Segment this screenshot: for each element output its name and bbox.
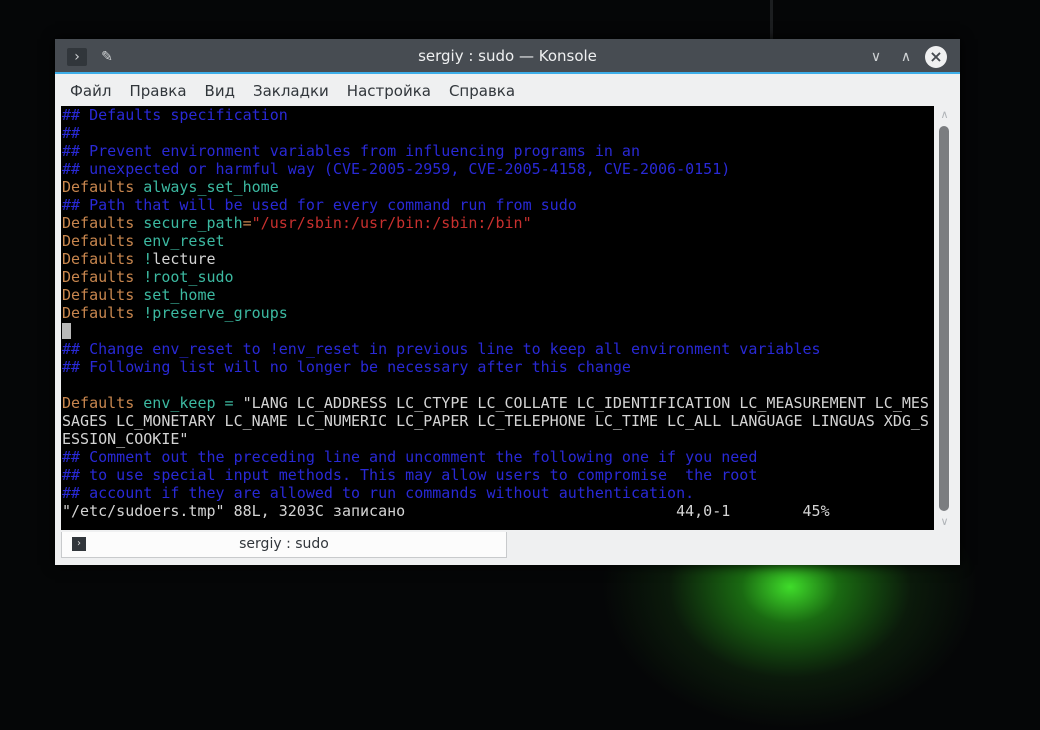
terminal-line: ## Defaults specification — [61, 106, 934, 124]
tab-label: sergiy : sudo — [239, 536, 329, 552]
terminal-text-segment: "/usr/sbin:/usr/bin:/sbin:/bin" — [251, 214, 532, 232]
terminal-text-segment: Defaults — [62, 214, 144, 232]
terminal-text-segment: ## — [62, 124, 81, 142]
terminal-text-segment: env_keep — [143, 394, 216, 412]
terminal-text-segment: = — [242, 214, 252, 232]
terminal-text-segment: = — [215, 394, 243, 412]
terminal-line: Defaults !root_sudo — [61, 268, 934, 286]
terminal-line: ESSION_COOKIE" — [61, 430, 934, 448]
terminal-line — [61, 322, 934, 340]
chevron-down-icon[interactable]: ∨ — [866, 48, 886, 66]
tab-bar: › sergiy : sudo — [55, 530, 960, 565]
terminal-text-segment: ## account if they are allowed to run co… — [62, 484, 695, 502]
terminal-line: ## Comment out the preceding line and un… — [61, 448, 934, 466]
terminal-text-segment: secure_path — [143, 214, 243, 232]
terminal-line: ## Path that will be used for every comm… — [61, 196, 934, 214]
terminal-line: Defaults secure_path="/usr/sbin:/usr/bin… — [61, 214, 934, 232]
tab-sergiy-sudo[interactable]: › sergiy : sudo — [61, 532, 507, 558]
terminal-text-segment: Defaults — [62, 178, 144, 196]
menu-settings[interactable]: Настройка — [347, 76, 431, 106]
terminal-text-segment: "/etc/sudoers.tmp" 88L, 3203C записано 4… — [62, 502, 830, 520]
terminal-line: ## — [61, 124, 934, 142]
terminal-text-segment: Defaults — [62, 394, 144, 412]
konsole-window: › ✎ sergiy : sudo — Konsole ∨ ∧ × Файл П… — [55, 39, 960, 565]
menu-file[interactable]: Файл — [70, 76, 111, 106]
terminal-line: Defaults set_home — [61, 286, 934, 304]
terminal-text-segment: ESSION_COOKIE" — [62, 430, 189, 448]
menu-bar: Файл Правка Вид Закладки Настройка Справ… — [55, 76, 960, 106]
terminal-line: ## account if they are allowed to run co… — [61, 484, 934, 502]
terminal-text-segment: ## Prevent environment variables from in… — [62, 142, 640, 160]
terminal-text-segment: env_reset — [143, 232, 225, 250]
terminal-line: Defaults !lecture — [61, 250, 934, 268]
close-icon[interactable]: × — [925, 46, 947, 68]
menu-bookmarks[interactable]: Закладки — [253, 76, 329, 106]
terminal-line: "/etc/sudoers.tmp" 88L, 3203C записано 4… — [61, 502, 934, 520]
scroll-down-icon[interactable]: ∨ — [934, 515, 955, 528]
terminal-line: ## Change env_reset to !env_reset in pre… — [61, 340, 934, 358]
terminal-line: Defaults always_set_home — [61, 178, 934, 196]
terminal-text-segment: !preserve_groups — [143, 304, 288, 322]
scrollbar[interactable]: ∧ ∨ — [934, 106, 955, 530]
terminal-line: ## Prevent environment variables from in… — [61, 142, 934, 160]
title-bar[interactable]: › ✎ sergiy : sudo — Konsole ∨ ∧ × — [55, 39, 960, 74]
terminal-text-segment: ## Following list will no longer be nece… — [62, 358, 631, 376]
terminal-text-segment: ## Change env_reset to !env_reset in pre… — [62, 340, 821, 358]
window-title: sergiy : sudo — Konsole — [418, 47, 597, 65]
terminal-text-segment: Defaults — [62, 232, 144, 250]
chevron-up-icon[interactable]: ∧ — [896, 48, 916, 66]
terminal-text-segment: ## to use special input methods. This ma… — [62, 466, 758, 484]
menu-help[interactable]: Справка — [449, 76, 515, 106]
terminal-text-segment: ## Defaults specification — [62, 106, 288, 124]
terminal-text-segment: ! — [143, 250, 153, 268]
terminal-line: ## to use special input methods. This ma… — [61, 466, 934, 484]
terminal-text-segment: Defaults — [62, 304, 144, 322]
terminal-line: ## unexpected or harmful way (CVE-2005-2… — [61, 160, 934, 178]
terminal-text-segment: ## Path that will be used for every comm… — [62, 196, 577, 214]
terminal-text-segment: lecture — [152, 250, 216, 268]
terminal-text-segment: set_home — [143, 286, 216, 304]
terminal-text-segment: SAGES LC_MONETARY LC_NAME LC_NUMERIC LC_… — [62, 412, 929, 430]
terminal-text-segment: Defaults — [62, 286, 144, 304]
terminal-text-segment: "LANG LC_ADDRESS LC_CTYPE LC_COLLATE LC_… — [242, 394, 929, 412]
terminal-text-segment: !root_sudo — [143, 268, 234, 286]
menu-view[interactable]: Вид — [205, 76, 235, 106]
terminal-line: Defaults env_reset — [61, 232, 934, 250]
terminal-line: SAGES LC_MONETARY LC_NAME LC_NUMERIC LC_… — [61, 412, 934, 430]
terminal-line: Defaults env_keep = "LANG LC_ADDRESS LC_… — [61, 394, 934, 412]
terminal-line: Defaults !preserve_groups — [61, 304, 934, 322]
text-cursor — [62, 323, 71, 339]
terminal-text-segment: Defaults — [62, 250, 144, 268]
terminal-view[interactable]: ## Defaults specification ## ## Prevent en… — [61, 106, 934, 530]
scrollbar-thumb[interactable] — [939, 126, 949, 511]
terminal-text-segment: ## Comment out the preceding line and un… — [62, 448, 758, 466]
menu-edit[interactable]: Правка — [129, 76, 186, 106]
terminal-text-segment: Defaults — [62, 268, 144, 286]
terminal-text-segment: ## unexpected or harmful way (CVE-2005-2… — [62, 160, 731, 178]
terminal-line: ## Following list will no longer be nece… — [61, 358, 934, 376]
wallpaper-streak — [770, 0, 773, 40]
terminal-text-segment: always_set_home — [143, 178, 279, 196]
scroll-up-icon[interactable]: ∧ — [934, 108, 955, 121]
